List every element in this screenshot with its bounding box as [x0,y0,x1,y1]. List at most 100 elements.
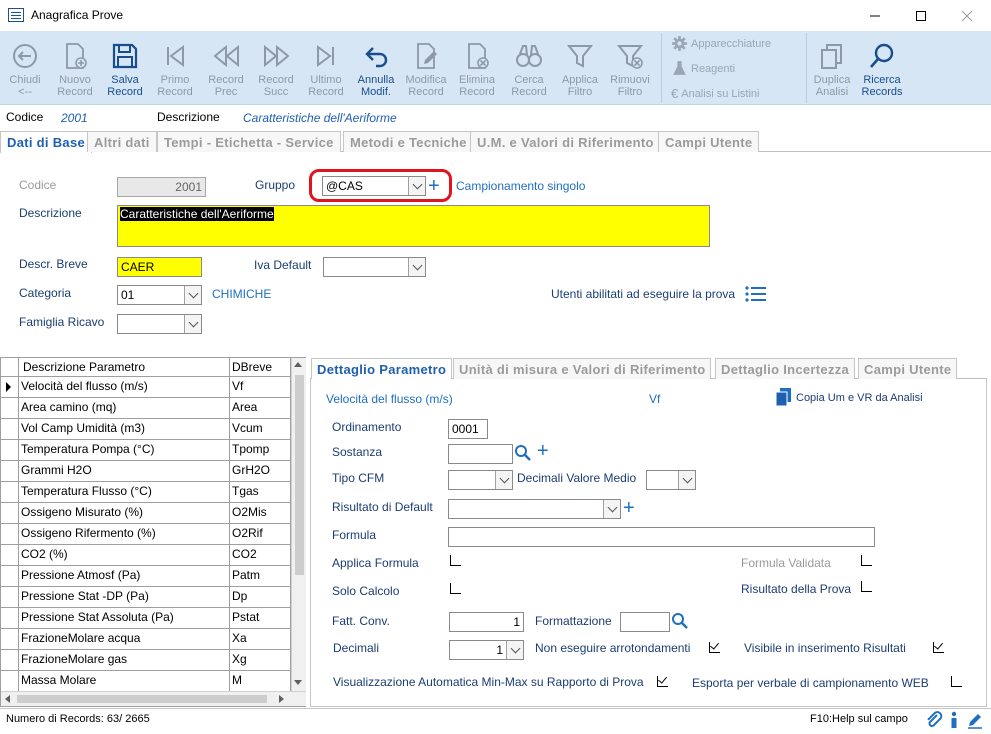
tipo-cfm-combo[interactable] [448,470,513,490]
row-selector[interactable] [1,482,19,503]
chevron-down-icon[interactable] [408,177,425,195]
binoculars-button[interactable]: Cerca Record [504,34,554,102]
gruppo-combo[interactable]: @CAS [322,176,426,196]
cell-descrizione[interactable]: CO2 (%) [19,545,230,566]
grid-header-dbreve[interactable]: DBreve [230,358,291,377]
cell-descrizione[interactable]: Temperatura Pompa (°C) [19,440,230,461]
undo-arrow-button[interactable]: Annulla Modif. [351,34,401,102]
reagenti-button[interactable]: Reagenti [671,60,735,77]
edit-document-button[interactable]: Modifica Record [401,34,451,102]
decimali-combo[interactable]: 1 [449,640,524,660]
row-selector[interactable] [1,650,19,671]
cell-descrizione[interactable]: FrazioneMolare acqua [19,629,230,650]
table-row[interactable]: Temperatura Pompa (°C) Tpomp [1,440,291,461]
cell-descrizione[interactable]: Pressione Stat -DP (Pa) [19,587,230,608]
table-row[interactable]: Ossigeno Misurato (%) O2Mis [1,503,291,524]
list-icon[interactable] [745,285,767,303]
back-circle-button[interactable]: Chiudi <-- [0,34,50,102]
tab-campi-utente[interactable]: Campi Utente [658,131,760,152]
chevron-down-icon[interactable] [408,258,425,276]
descr-breve-field[interactable]: CAER [117,257,202,277]
scroll-thumb[interactable] [295,375,304,575]
risultato-prova-checkbox[interactable] [861,581,872,592]
esporta-web-checkbox[interactable] [951,676,962,687]
table-row[interactable]: Ossigeno Rifermento (%) O2Rif [1,524,291,545]
search-button[interactable]: Ricerca Records [857,34,907,102]
cell-descrizione[interactable]: Area camino (mq) [19,398,230,419]
close-button[interactable] [944,0,990,31]
scroll-up-icon[interactable] [294,362,302,367]
chevron-down-icon[interactable] [184,286,201,304]
table-row[interactable]: Massa Molare M [1,671,291,692]
cell-dbreve[interactable]: Tpomp [230,440,291,461]
row-selector[interactable] [1,629,19,650]
table-row[interactable]: Pressione Stat Assoluta (Pa) Pstat [1,608,291,629]
cell-descrizione[interactable]: FrazioneMolare gas [19,650,230,671]
cell-descrizione[interactable]: Vol Camp Umidità (m3) [19,419,230,440]
cell-descrizione[interactable]: Massa Molare [19,671,230,692]
tab-dati-di-base[interactable]: Dati di Base [0,131,93,153]
row-selector[interactable] [1,587,19,608]
info-icon[interactable] [948,711,960,729]
last-record-button[interactable]: Ultimo Record [301,34,351,102]
formattazione-field[interactable] [620,612,670,632]
apparecchiature-button[interactable]: Apparecchiature [671,35,771,52]
cell-dbreve[interactable]: Area [230,398,291,419]
row-selector[interactable] [1,545,19,566]
grid-vertical-scrollbar[interactable] [291,358,306,691]
grid-horizontal-scrollbar[interactable] [1,691,306,706]
table-row[interactable]: Pressione Stat -DP (Pa) Dp [1,587,291,608]
tab-altri-dati[interactable]: Altri dati [87,131,157,152]
cell-dbreve[interactable]: Dp [230,587,291,608]
cell-dbreve[interactable]: CO2 [230,545,291,566]
chevron-down-icon[interactable] [495,471,512,489]
tab-u-m-e-valori-di-riferimento[interactable]: U.M. e Valori di Riferimento [470,131,661,152]
row-selector[interactable] [1,461,19,482]
paperclip-icon[interactable] [925,711,943,729]
table-row[interactable]: Pressione Atmosf (Pa) Patm [1,566,291,587]
cell-descrizione[interactable]: Velocità del flusso (m/s) [19,377,230,398]
famiglia-ricavo-combo[interactable] [117,314,202,334]
table-row[interactable]: Temperatura Flusso (°C) Tgas [1,482,291,503]
table-row[interactable]: Velocità del flusso (m/s) Vf [1,377,291,398]
row-selector[interactable] [1,503,19,524]
row-selector[interactable] [1,440,19,461]
minimize-button[interactable] [852,0,898,31]
cell-descrizione[interactable]: Ossigeno Misurato (%) [19,503,230,524]
add-risultato-icon[interactable]: + [623,498,635,518]
cell-descrizione[interactable]: Temperatura Flusso (°C) [19,482,230,503]
remove-filter-button[interactable]: Rimuovi Filtro [605,34,655,102]
grid-header-descrizione[interactable]: Descrizione Parametro [19,358,230,377]
scroll-left-icon[interactable] [5,695,10,703]
cell-dbreve[interactable]: O2Rif [230,524,291,545]
cell-dbreve[interactable]: Pstat [230,608,291,629]
fatt-conv-field[interactable]: 1 [449,612,524,632]
cell-dbreve[interactable]: Patm [230,566,291,587]
iva-default-combo[interactable] [323,257,426,277]
maximize-button[interactable] [898,0,944,31]
detail-tab-unit-di-misura-e-valori-di-riferimento[interactable]: Unità di misura e Valori di Riferimento [453,358,712,379]
next-record-button[interactable]: Record Succ [251,34,301,102]
detail-tab-dettaglio-parametro[interactable]: Dettaglio Parametro [311,358,453,379]
search-icon[interactable] [514,444,532,462]
vis-auto-checkbox[interactable] [657,676,668,687]
formula-field[interactable] [448,527,875,547]
current-row-indicator[interactable] [1,377,19,398]
descrizione-field[interactable]: Caratteristiche dell'Aeriforme [117,205,710,247]
first-record-button[interactable]: Primo Record [150,34,200,102]
scroll-h-thumb[interactable] [17,695,267,703]
cell-descrizione[interactable]: Grammi H2O [19,461,230,482]
categoria-combo[interactable]: 01 [117,285,202,305]
scroll-down-icon[interactable] [294,680,302,685]
table-row[interactable]: FrazioneMolare gas Xg [1,650,291,671]
row-selector[interactable] [1,671,19,692]
table-row[interactable]: Grammi H2O GrH2O [1,461,291,482]
row-selector[interactable] [1,608,19,629]
filter-button[interactable]: Applica Filtro [555,34,605,102]
cell-dbreve[interactable]: Xg [230,650,291,671]
codice-field[interactable]: 2001 [117,177,206,197]
table-row[interactable]: Vol Camp Umidità (m3) Vcum [1,419,291,440]
decimali-medio-combo[interactable] [646,470,696,490]
applica-formula-checkbox[interactable] [450,555,461,566]
add-gruppo-icon[interactable]: + [428,176,440,196]
